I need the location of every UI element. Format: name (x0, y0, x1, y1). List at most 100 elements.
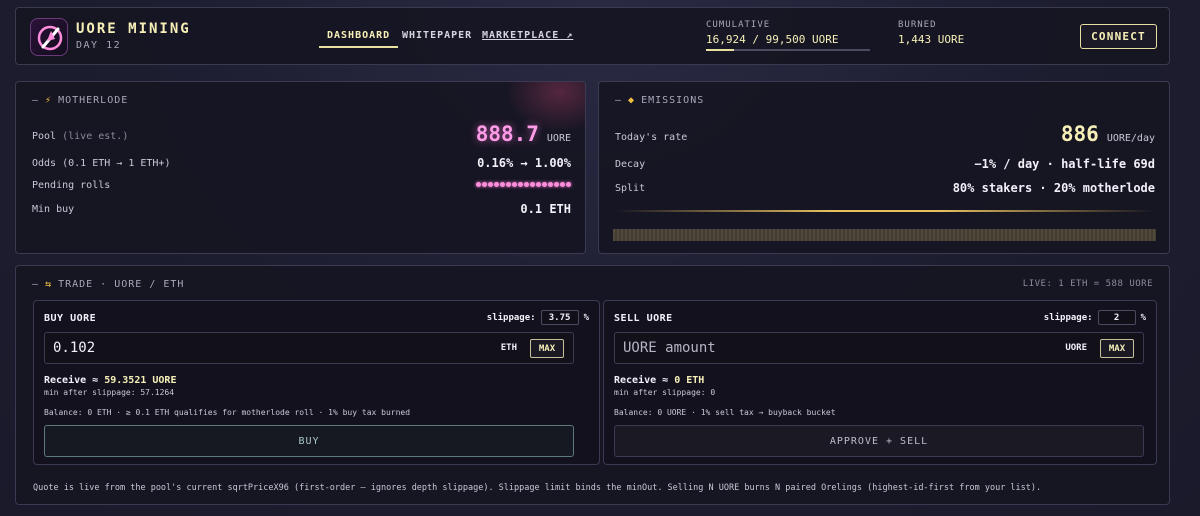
rate-unit: UORE/day (1106, 133, 1155, 144)
trade-panel: — ⇆ TRADE · UORE / ETH LIVE: 1 ETH = 588… (15, 265, 1170, 505)
buy-receive: Receive ≈ 59.3521 UORE (44, 375, 176, 386)
split-value: 80% stakers · 20% motherlode (952, 181, 1155, 195)
diamond-icon: ◆ (628, 95, 636, 106)
nav-dashboard[interactable]: DASHBOARD (319, 30, 399, 48)
pending-roll-dot (536, 182, 541, 187)
buy-amount-input[interactable] (53, 340, 433, 356)
rate-value: 886 (1060, 122, 1099, 146)
pending-roll-dot (548, 182, 553, 187)
pending-roll-dot (494, 182, 499, 187)
pending-roll-dot (530, 182, 535, 187)
trade-header: — ⇆ TRADE · UORE / ETH (32, 279, 184, 290)
pool-label: Pool (32, 131, 57, 142)
rate-value-group: 886 UORE/day (1061, 122, 1155, 146)
buy-amount-field: ETH MAX (44, 332, 574, 364)
logo-icon (30, 18, 68, 56)
pending-rolls-indicator (476, 182, 571, 187)
odds-label: Odds (0.1 ETH → 1 ETH+) (32, 158, 171, 169)
buy-slippage-pct: % (583, 312, 589, 323)
sell-min-after-slippage: min after slippage: 0 (614, 388, 716, 397)
emissions-title: EMISSIONS (641, 95, 705, 106)
live-rate: LIVE: 1 ETH = 588 UORE (1022, 279, 1153, 289)
pending-roll-dot (512, 182, 517, 187)
sell-balance-info: Balance: 0 UORE · 1% sell tax → buyback … (614, 408, 836, 417)
sell-slippage: slippage: % (1044, 310, 1146, 325)
pending-roll-dot (506, 182, 511, 187)
buy-receive-value: 59.3521 UORE (104, 375, 177, 386)
pending-roll-dot (488, 182, 493, 187)
nav-marketplace-link[interactable]: MARKETPLACE ↗ (482, 30, 573, 41)
buy-max-button[interactable]: MAX (530, 339, 564, 358)
pending-roll-dot (554, 182, 559, 187)
buy-balance-info: Balance: 0 ETH · ≥ 0.1 ETH qualifies for… (44, 408, 411, 417)
brand-title: UORE MINING (76, 21, 191, 37)
buy-amount-unit: ETH (500, 343, 517, 353)
header-dash: — (32, 95, 40, 106)
decay-label: Decay (615, 159, 646, 170)
burned-label: BURNED (898, 20, 937, 30)
pool-value: 888.7 (475, 122, 539, 146)
burned-value: 1,443 UORE (898, 33, 965, 46)
sell-slippage-label: slippage: (1043, 312, 1093, 323)
sell-slippage-pct: % (1140, 312, 1146, 323)
buy-min-after-slippage: min after slippage: 57.1264 (44, 388, 175, 397)
decay-value: −1% / day · half-life 69d (974, 157, 1155, 171)
pending-roll-dot (482, 182, 487, 187)
pending-roll-dot (524, 182, 529, 187)
trade-title: TRADE · UORE / ETH (58, 279, 185, 290)
sell-amount-field: UORE MAX (614, 332, 1144, 364)
sell-receive: Receive ≈ 0 ETH (614, 375, 704, 386)
buy-title: BUY UORE (44, 313, 97, 324)
sell-slippage-input[interactable] (1097, 310, 1136, 325)
pool-value-group: 888.7 UORE (476, 122, 571, 146)
buy-slippage: slippage: % (487, 310, 589, 325)
sell-card: SELL UORE slippage: % UORE MAX Receive ≈… (603, 300, 1157, 465)
sell-max-button[interactable]: MAX (1100, 339, 1134, 358)
cumulative-progress-fill (706, 49, 734, 51)
sell-receive-value: 0 ETH (674, 375, 705, 386)
day-counter: DAY 12 (76, 40, 122, 51)
emissions-panel: — ◆ EMISSIONS Today's rate 886 UORE/day … (598, 81, 1170, 254)
motherlode-title: MOTHERLODE (58, 95, 129, 106)
buy-slippage-input[interactable] (540, 310, 579, 325)
swap-icon: ⇆ (45, 279, 53, 290)
emissions-history-bar (613, 229, 1156, 241)
pending-roll-dot (542, 182, 547, 187)
split-label: Split (615, 183, 646, 194)
rate-label: Today's rate (615, 132, 688, 143)
lightning-icon: ⚡ (45, 95, 53, 106)
approve-sell-button[interactable]: APPROVE + SELL (614, 425, 1144, 457)
connect-button[interactable]: CONNECT (1080, 24, 1157, 49)
buy-receive-label: Receive ≈ (44, 375, 99, 386)
sell-receive-label: Receive ≈ (614, 375, 669, 386)
sell-amount-unit: UORE (1065, 343, 1087, 353)
top-bar: UORE MINING DAY 12 DASHBOARD WHITEPAPER … (15, 7, 1170, 65)
motherlode-header: — ⚡ MOTHERLODE (32, 95, 128, 106)
pending-roll-dot (476, 182, 481, 187)
min-buy-value: 0.1 ETH (520, 202, 571, 216)
buy-slippage-label: slippage: (486, 312, 536, 323)
pool-note: (live est.) (62, 131, 129, 142)
trade-footnote: Quote is live from the pool's current sq… (33, 483, 1042, 493)
header-dash: — (615, 95, 623, 106)
nav-whitepaper[interactable]: WHITEPAPER (402, 30, 472, 41)
pool-unit: UORE (546, 133, 571, 144)
buy-button[interactable]: BUY (44, 425, 574, 457)
pending-roll-dot (518, 182, 523, 187)
cumulative-label: CUMULATIVE (706, 20, 771, 30)
pending-roll-dot (560, 182, 565, 187)
pool-label-row: Pool (live est.) (32, 131, 128, 142)
cumulative-value: 16,924 / 99,500 UORE (706, 33, 839, 46)
odds-value: 0.16% → 1.00% (477, 156, 571, 170)
pending-rolls-label: Pending rolls (32, 180, 111, 191)
pending-roll-dot (566, 182, 571, 187)
min-buy-label: Min buy (32, 204, 75, 215)
sell-amount-input[interactable] (623, 340, 1003, 356)
emissions-header: — ◆ EMISSIONS (615, 95, 704, 106)
motherlode-panel: — ⚡ MOTHERLODE Pool (live est.) 888.7 UO… (15, 81, 586, 254)
emissions-curve-line (615, 210, 1155, 212)
pending-roll-dot (500, 182, 505, 187)
buy-card: BUY UORE slippage: % ETH MAX Receive ≈ 5… (33, 300, 600, 465)
sell-title: SELL UORE (614, 313, 673, 324)
cumulative-progress-bar (706, 49, 870, 51)
